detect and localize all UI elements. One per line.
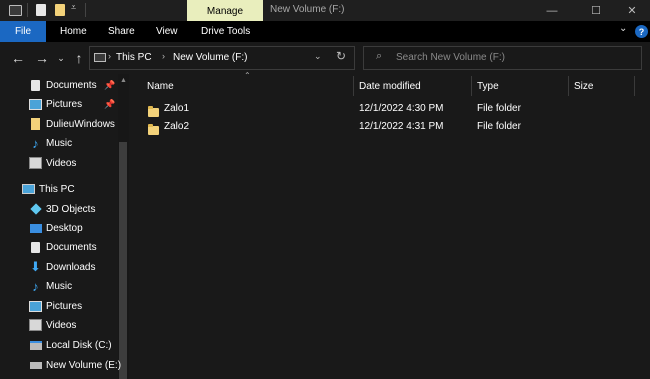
- file-type: File folder: [477, 121, 521, 132]
- sidebar-item-desktop[interactable]: Desktop: [29, 219, 83, 237]
- breadcrumb-separator-icon: ›: [162, 51, 165, 61]
- sidebar-item-label: Local Disk (C:): [46, 339, 112, 351]
- help-icon[interactable]: ?: [635, 25, 648, 38]
- videos-icon: [29, 157, 42, 170]
- close-button[interactable]: ✕: [610, 0, 650, 21]
- file-type: File folder: [477, 103, 521, 114]
- address-bar[interactable]: › This PC › New Volume (F:) ⌄ ↻: [89, 46, 355, 70]
- recent-locations-icon[interactable]: ⌄: [56, 48, 66, 68]
- qat-separator: [27, 3, 28, 17]
- tab-drive-tools[interactable]: Drive Tools: [201, 21, 250, 42]
- breadcrumb-this-pc[interactable]: This PC: [116, 52, 152, 63]
- drive-icon: [29, 359, 42, 372]
- sidebar-item-label: Videos: [46, 319, 77, 331]
- drive-icon: [94, 53, 106, 62]
- sidebar-item-this-pc[interactable]: This PC: [22, 180, 75, 198]
- sort-up-icon: ⌃: [244, 71, 251, 80]
- breadcrumb-new-volume[interactable]: New Volume (F:): [173, 52, 247, 63]
- this-pc-icon: [22, 183, 35, 196]
- sidebar-item-music[interactable]: ♪ Music: [29, 277, 72, 295]
- file-name: Zalo1: [164, 103, 190, 114]
- pictures-icon: [29, 300, 42, 313]
- refresh-icon[interactable]: ↻: [336, 49, 346, 63]
- sidebar-item-label: Music: [46, 137, 73, 149]
- column-divider[interactable]: [634, 76, 635, 96]
- new-folder-icon[interactable]: [55, 4, 65, 16]
- drive-icon: [9, 5, 22, 16]
- tab-manage[interactable]: Manage: [187, 0, 263, 22]
- sidebar-item-label: Videos: [46, 157, 77, 169]
- sidebar-item-new-volume-e[interactable]: New Volume (E:): [29, 356, 121, 374]
- qat-separator: [85, 3, 86, 17]
- sidebar-item-3d-objects[interactable]: 3D Objects: [29, 200, 95, 218]
- search-box[interactable]: ⌕: [363, 46, 642, 70]
- back-button[interactable]: ←: [9, 48, 27, 68]
- folder-icon: [29, 118, 42, 131]
- sidebar-item-pictures[interactable]: Pictures: [29, 297, 82, 315]
- sidebar-item-label: New Volume (E:): [46, 359, 122, 371]
- window-title: New Volume (F:): [270, 4, 345, 15]
- sidebar-item-label: DulieuWindows: [46, 118, 115, 130]
- sidebar-item-documents[interactable]: Documents: [29, 76, 97, 94]
- file-date: 12/1/2022 4:31 PM: [359, 121, 444, 132]
- sidebar-item-label: Downloads: [46, 261, 96, 273]
- up-button[interactable]: ↑: [70, 48, 88, 68]
- downloads-icon: ⬇: [30, 259, 41, 274]
- search-icon: ⌕: [376, 50, 383, 62]
- sidebar-item-label: Desktop: [46, 222, 83, 234]
- documents-icon: [29, 79, 42, 92]
- column-header-type[interactable]: Type: [477, 76, 499, 96]
- sidebar-item-videos[interactable]: Videos: [29, 154, 76, 172]
- search-input[interactable]: [396, 50, 626, 64]
- minimize-button[interactable]: —: [530, 0, 574, 21]
- tab-share[interactable]: Share: [108, 21, 135, 42]
- sidebar-item-documents[interactable]: Documents: [29, 238, 97, 256]
- properties-icon[interactable]: [36, 4, 46, 16]
- sidebar-item-label: Music: [46, 280, 73, 292]
- ribbon-tabs: [0, 21, 650, 42]
- sidebar-item-label: This PC: [39, 183, 75, 195]
- pin-icon[interactable]: 📌: [104, 80, 115, 91]
- breadcrumb-separator-icon: ›: [108, 51, 111, 61]
- videos-icon: [29, 319, 42, 332]
- column-divider[interactable]: [353, 76, 354, 96]
- documents-icon: [29, 241, 42, 254]
- sidebar-item-label: Documents: [46, 241, 97, 253]
- music-icon: ♪: [32, 278, 39, 294]
- file-date: 12/1/2022 4:30 PM: [359, 103, 444, 114]
- forward-button[interactable]: →: [33, 48, 51, 68]
- sidebar-item-local-disk-c[interactable]: Local Disk (C:): [29, 336, 112, 354]
- sidebar-item-label: Documents: [46, 79, 97, 91]
- sidebar-item-label: Pictures: [46, 300, 83, 312]
- sidebar-item-label: Pictures: [46, 98, 83, 110]
- pictures-icon: [29, 98, 42, 111]
- address-dropdown-icon[interactable]: ⌄: [314, 51, 322, 62]
- sidebar-item-dulieuwindows[interactable]: DulieuWindows: [29, 115, 115, 133]
- local-disk-icon: [29, 339, 42, 352]
- file-name: Zalo2: [164, 121, 190, 132]
- column-header-name[interactable]: Name: [147, 76, 174, 96]
- file-row[interactable]: Zalo2 12/1/2022 4:31 PM File folder: [138, 118, 618, 136]
- column-header-size[interactable]: Size: [574, 76, 593, 96]
- pin-icon[interactable]: 📌: [104, 99, 115, 110]
- expand-ribbon-icon[interactable]: ⌄: [619, 23, 627, 34]
- tab-home[interactable]: Home: [60, 21, 87, 42]
- 3d-objects-icon: [29, 203, 42, 216]
- sidebar-item-videos[interactable]: Videos: [29, 316, 76, 334]
- sidebar-item-pictures[interactable]: Pictures: [29, 95, 82, 113]
- column-divider[interactable]: [568, 76, 569, 96]
- desktop-icon: [29, 222, 42, 235]
- file-row[interactable]: Zalo1 12/1/2022 4:30 PM File folder: [138, 100, 618, 118]
- column-header-date-modified[interactable]: Date modified: [359, 76, 421, 96]
- tab-file[interactable]: File: [0, 21, 46, 42]
- scroll-up-icon[interactable]: ▲: [119, 76, 128, 85]
- column-divider[interactable]: [471, 76, 472, 96]
- sidebar-scrollbar-thumb[interactable]: [119, 142, 127, 379]
- tab-view[interactable]: View: [156, 21, 178, 42]
- sidebar-item-downloads[interactable]: ⬇ Downloads: [29, 258, 95, 276]
- music-icon: ♪: [32, 135, 39, 151]
- qat-dropdown-icon[interactable]: ⩡: [71, 2, 76, 13]
- sidebar-item-label: 3D Objects: [46, 203, 96, 215]
- sidebar-item-music[interactable]: ♪ Music: [29, 134, 72, 152]
